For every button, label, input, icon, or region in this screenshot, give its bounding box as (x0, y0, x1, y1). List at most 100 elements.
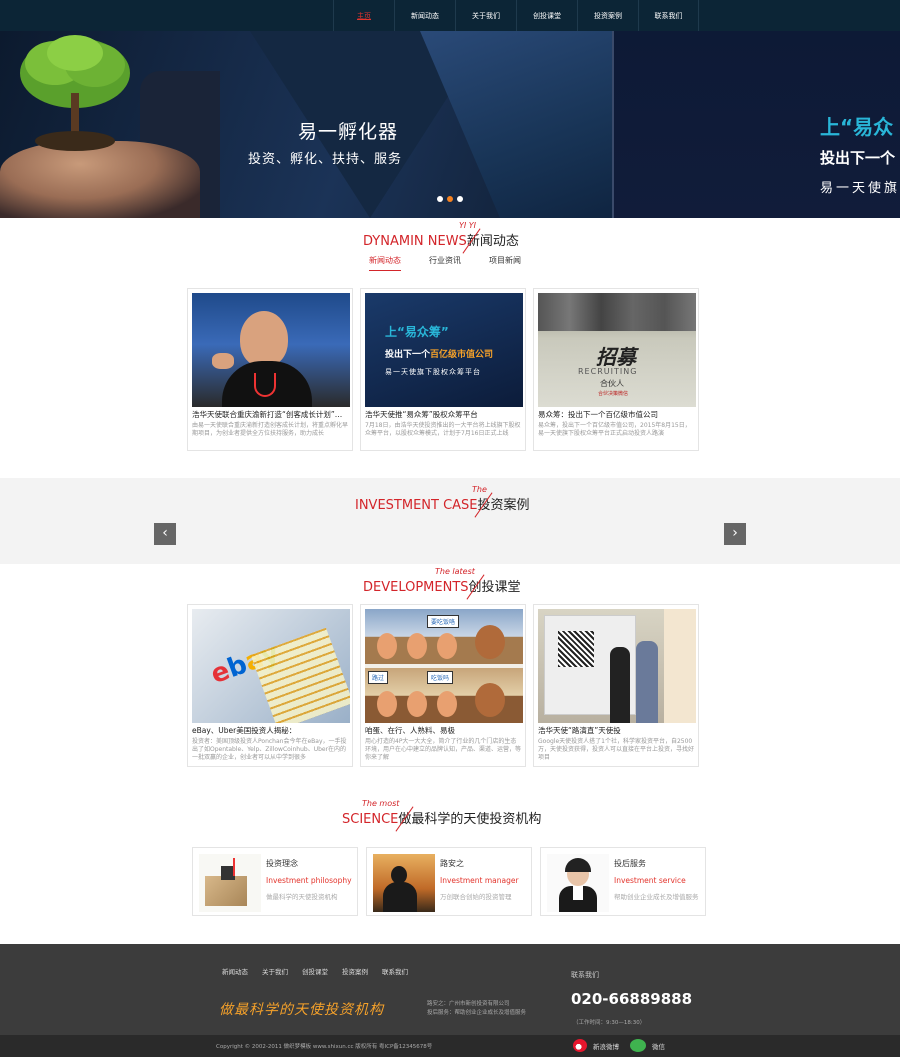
feature-desc: 做最科学的天使投资机构 (266, 893, 338, 901)
news-tab[interactable]: 行业资讯 (429, 255, 461, 271)
nav-item[interactable]: 主页 (333, 0, 394, 31)
footer-hours: （工作时间：9:30—18:30） (573, 1020, 646, 1026)
news-card[interactable]: 上“易众筹” 投出下一个百亿级市值公司 易一天使旗下股权众筹平台 浩华天使推“易… (360, 288, 526, 451)
feature-title: 投后服务 (614, 859, 646, 868)
nav-item[interactable]: 投资案例 (577, 0, 638, 31)
feature-title: 投资理念 (266, 859, 298, 868)
news-card[interactable]: 浩华天使联合重庆渝新打造“创客成长计划”… 由易一天使联合重庆渝新打造创客成长计… (187, 288, 353, 451)
footer-nav-link[interactable]: 创投课堂 (302, 966, 328, 976)
footer-phone: 020-66889888 (571, 990, 693, 1008)
dev-title-cn: 创投课堂 (468, 580, 521, 595)
egg-bubble: 要吃饭咯 (427, 615, 460, 628)
nav-item[interactable]: 关于我们 (455, 0, 516, 31)
feature-desc: 万创联合创始的投资管理 (440, 893, 512, 901)
slider-dot[interactable] (447, 196, 453, 202)
card-banner-line3: 易一天使旗下股权众筹平台 (385, 368, 481, 376)
nav-item[interactable]: 新闻动态 (394, 0, 455, 31)
card-recruit-small: 合伙决策微信 (598, 391, 629, 397)
footer-info-line1: 路安之：广州市新创投资有限公司 (427, 1001, 510, 1007)
news-card-title[interactable]: 浩华天使联合重庆渝新打造“创客成长计划”… (188, 407, 352, 420)
science-title-en: SCIENCE (342, 812, 399, 827)
dev-title-en: DEVELOPMENTS (363, 580, 469, 595)
news-card-desc: 由易一天使联合重庆渝新打造创客成长计划，将重点孵化早期项目，为创业者提供全方位扶… (192, 422, 349, 437)
copyright-bar: Copyright © 2002-2011 做织梦模板 www.shixun.c… (0, 1035, 900, 1057)
invest-section-title: The INVESTMENT CASE投资案例 (355, 485, 530, 518)
weibo-link[interactable]: 新浪微博 (573, 1039, 619, 1052)
footer-slogan: 做最科学的天使投资机构 (219, 1002, 384, 1018)
course-card-title[interactable]: eBay、Uber美国投资人揭秘： (188, 723, 352, 736)
footer-contact-title: 联系我们 (571, 971, 599, 979)
banner-right-line3: 易一天使旗 (820, 181, 900, 196)
banner-right-line2: 投出下一个 (820, 149, 896, 167)
weibo-icon (573, 1039, 587, 1052)
card-banner-line2-highlight: 百亿级市值公司 (430, 350, 494, 360)
course-card[interactable]: 要吃饭咯 路过 吃饭吗 咱蛋、在行、人熟料、易极 用心打造的4P大一大大全，简介… (360, 604, 526, 767)
course-card-title[interactable]: 浩华天使“路演直”天使投 (534, 723, 698, 736)
feature-subtitle: Investment philosophy (266, 876, 352, 885)
card-recruit-sub: 合伙人 (600, 379, 624, 388)
news-tabs: 新闻动态 行业资讯 项目新闻 (369, 255, 549, 271)
nav-menu: 主页 新闻动态 关于我们 创投课堂 投资案例 联系我们 (333, 0, 699, 31)
news-card-image: 招募 RECRUITING 合伙人 合伙决策微信 (538, 293, 696, 407)
banner-right-line1: 上“易众 (820, 115, 894, 139)
course-card-desc: 用心打造的4P大一大大全，简介了行业的几个门店的生态环境，用户在心中建立的品牌认… (365, 738, 522, 761)
course-card-desc: Google天使投资人搭了1个社，科学家投资平台，自2500万，天使投资获得，投… (538, 738, 695, 761)
footer-nav-link[interactable]: 新闻动态 (222, 966, 248, 976)
feature-image (373, 854, 435, 912)
news-card-image: 上“易众筹” 投出下一个百亿级市值公司 易一天使旗下股权众筹平台 (365, 293, 523, 407)
feature-card-manager[interactable]: 路安之 Investment manager 万创联合创始的投资管理 (366, 847, 532, 916)
feature-desc: 帮助创业企业成长及增值服务 (614, 893, 699, 901)
slider-dot[interactable] (457, 196, 463, 202)
card-banner-line1: 上“易众筹” (385, 325, 449, 339)
news-card-title[interactable]: 浩华天使推“易众筹”股权众筹平台 (361, 407, 525, 420)
card-recruit-big: 招募 (596, 345, 636, 369)
news-card-desc: 易众筹，投出下一个百亿级市值公司，2015年8月15日，易一天使旗下股权众筹平台… (538, 422, 691, 437)
science-section-title: The most SCIENCE做最科学的天使投资机构 (342, 799, 542, 832)
banner-title: 易一孵化器 (298, 121, 399, 143)
card-recruit-en: RECRUITING (578, 367, 638, 376)
dev-section-title: The latest DEVELOPMENTS创投课堂 (363, 567, 521, 600)
slider-dots (437, 196, 463, 202)
news-tab[interactable]: 新闻动态 (369, 255, 401, 271)
science-title-tag: The most (362, 799, 400, 808)
copyright-text: Copyright © 2002-2011 做织梦模板 www.shixun.c… (216, 1044, 433, 1050)
footer-nav-link[interactable]: 投资案例 (342, 966, 368, 976)
news-card-title[interactable]: 易众筹：投出下一个百亿级市值公司 (534, 407, 698, 420)
banner-subtitle: 投资、孵化、扶持、服务 (248, 152, 403, 167)
feature-image (547, 854, 609, 912)
hero-banner: 易一孵化器 投资、孵化、扶持、服务 上“易众 投出下一个 易一天使旗 (0, 31, 900, 218)
wechat-label: 微信 (652, 1042, 665, 1051)
news-card-desc: 7月18日，由浩华天使投资推出的一大平台将上线旗下股权众筹平台，以股权众筹模式，… (365, 422, 521, 437)
course-card-image (538, 609, 696, 723)
news-title-tag: YI YI (459, 221, 477, 230)
prev-arrow-button[interactable]: ‹ (154, 523, 176, 545)
course-card[interactable]: 浩华天使“路演直”天使投 Google天使投资人搭了1个社，科学家投资平台，自2… (533, 604, 699, 767)
dev-title-tag: The latest (435, 567, 475, 576)
top-navigation: 主页 新闻动态 关于我们 创投课堂 投资案例 联系我们 (0, 0, 900, 31)
footer-info-line2: 投后服务：帮助创业企业成长及增值服务 (427, 1010, 527, 1016)
footer: 新闻动态 关于我们 创投课堂 投资案例 联系我们 做最科学的天使投资机构 路安之：广州市… (0, 944, 900, 1035)
news-card[interactable]: 招募 RECRUITING 合伙人 合伙决策微信 易众筹：投出下一个百亿级市值公… (533, 288, 699, 451)
course-card[interactable]: ebay eBay、Uber美国投资人揭秘： 投资者：美国顶级投资人Poncha… (187, 604, 353, 767)
course-card-image: 要吃饭咯 路过 吃饭吗 (365, 609, 523, 723)
course-card-image: ebay (192, 609, 350, 723)
news-card-image (192, 293, 350, 407)
wechat-link[interactable]: 微信 (630, 1039, 665, 1052)
banner-tree-image (20, 35, 130, 151)
course-card-desc: 投资者：美国顶级投资人Ponchan会今年在eBay，一手投出了如Opentab… (192, 738, 347, 761)
wechat-icon (630, 1039, 646, 1052)
next-arrow-button[interactable]: › (724, 523, 746, 545)
course-card-title[interactable]: 咱蛋、在行、人熟料、易极 (361, 723, 525, 736)
feature-card-philosophy[interactable]: 投资理念 Investment philosophy 做最科学的天使投资机构 (192, 847, 358, 916)
nav-item[interactable]: 联系我们 (638, 0, 699, 31)
footer-info: 路安之：广州市新创投资有限公司 投后服务：帮助创业企业成长及增值服务 (427, 1000, 526, 1018)
slider-dot[interactable] (437, 196, 443, 202)
feature-card-service[interactable]: 投后服务 Investment service 帮助创业企业成长及增值服务 (540, 847, 706, 916)
footer-nav-link[interactable]: 联系我们 (382, 966, 408, 976)
nav-item[interactable]: 创投课堂 (516, 0, 577, 31)
science-title-cn: 做最科学的天使投资机构 (398, 812, 542, 827)
egg-bubble: 吃饭吗 (427, 671, 454, 684)
news-tab[interactable]: 项目新闻 (489, 255, 521, 271)
feature-subtitle: Investment service (614, 876, 686, 885)
footer-nav-link[interactable]: 关于我们 (262, 966, 288, 976)
